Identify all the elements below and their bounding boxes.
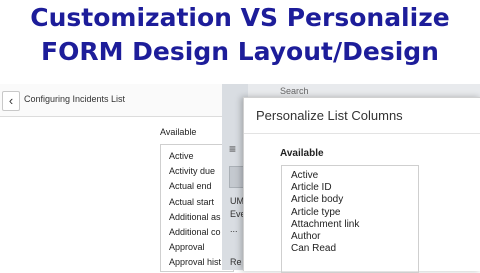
background-text: ... bbox=[230, 224, 238, 234]
available-label: Available bbox=[280, 148, 324, 159]
search-placeholder: Search bbox=[280, 86, 309, 96]
available-label: Available bbox=[160, 127, 197, 137]
banner-title-line-2: FORM Design Layout/Design bbox=[41, 37, 439, 66]
personalize-list-columns-dialog: Personalize List Columns Available Activ… bbox=[243, 97, 480, 273]
list-item[interactable]: Attachment link bbox=[291, 219, 418, 231]
dialog-title: Personalize List Columns bbox=[256, 108, 403, 123]
background-text: Re bbox=[230, 257, 242, 267]
chevron-left-icon: ‹ bbox=[8, 93, 14, 108]
configuring-list-panel: ‹ Configuring Incidents List Available A… bbox=[0, 84, 240, 272]
list-item[interactable]: Article ID bbox=[291, 182, 418, 194]
list-item[interactable]: Can Read bbox=[291, 243, 418, 255]
menu-icon[interactable]: ≡ bbox=[229, 142, 241, 156]
back-button[interactable]: ‹ bbox=[2, 91, 20, 111]
background-text: UM bbox=[230, 196, 244, 206]
panel-header: ‹ Configuring Incidents List bbox=[0, 84, 240, 117]
list-item[interactable]: Author bbox=[291, 231, 418, 243]
list-item[interactable]: Article body bbox=[291, 194, 418, 206]
divider bbox=[244, 133, 480, 134]
list-item[interactable]: Article type bbox=[291, 207, 418, 219]
panel-title: Configuring Incidents List bbox=[24, 94, 126, 104]
banner-title-line-1: Customization VS Personalize bbox=[30, 3, 450, 32]
list-item[interactable]: Active bbox=[291, 170, 418, 182]
available-columns-list[interactable]: Active Article ID Article body Article t… bbox=[281, 165, 419, 273]
